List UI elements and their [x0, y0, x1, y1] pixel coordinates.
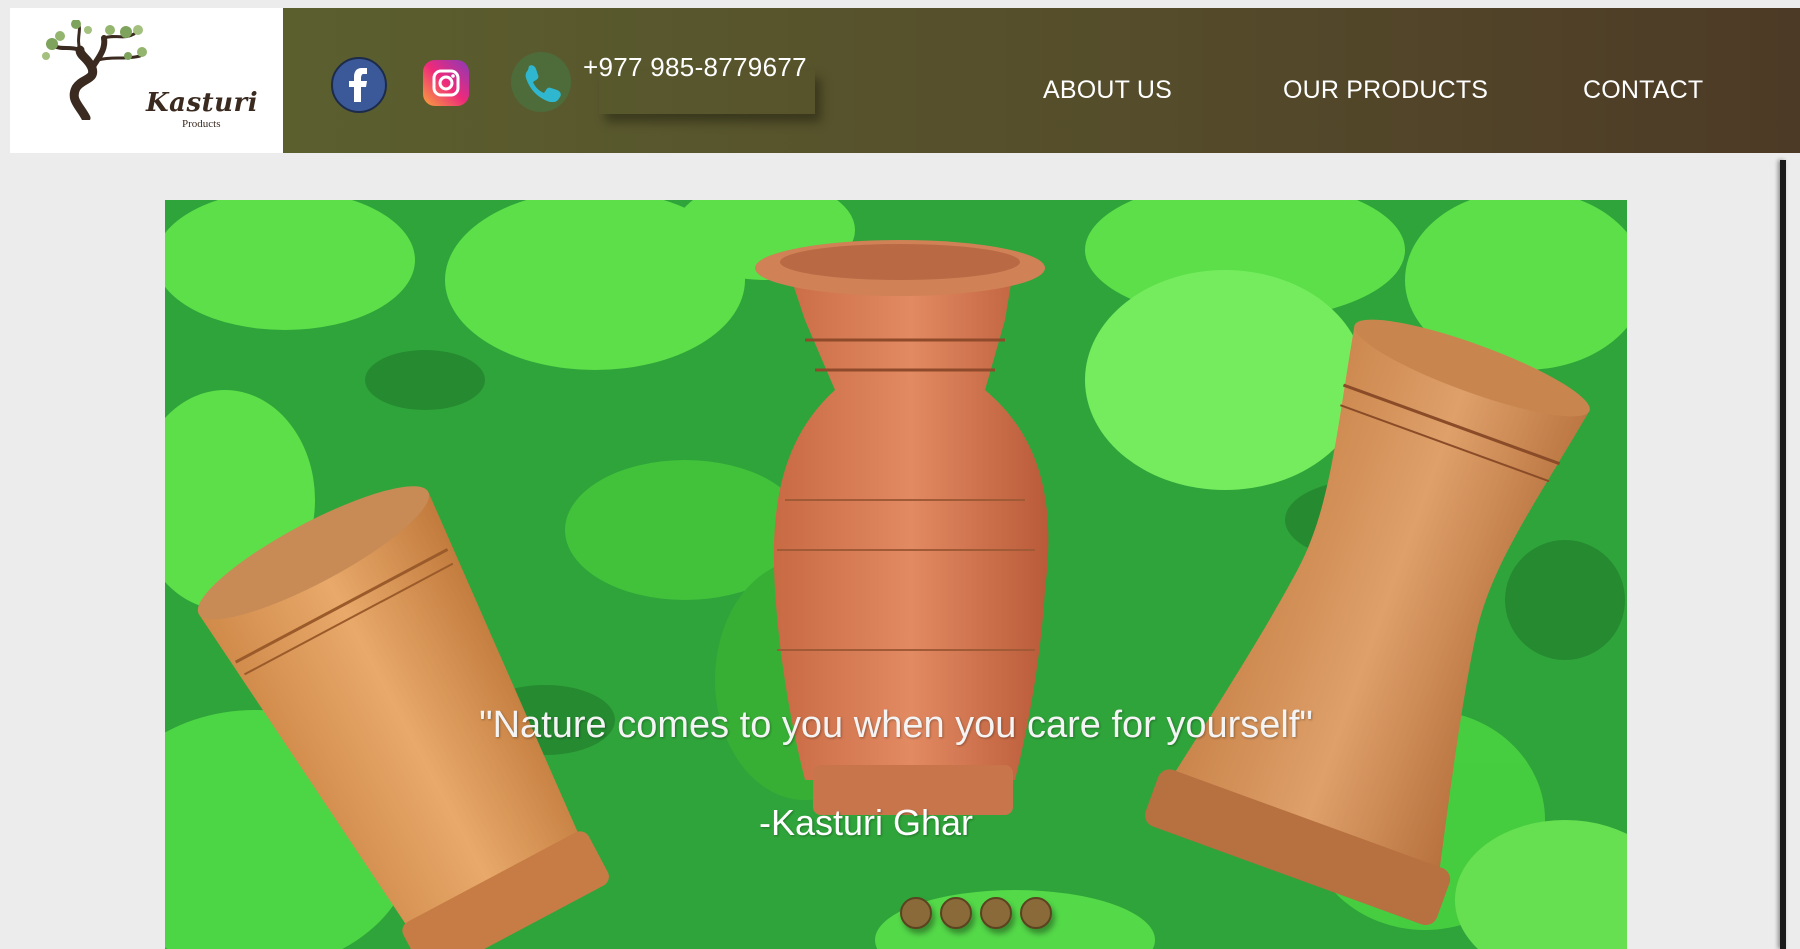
nav-contact[interactable]: CONTACT: [1583, 76, 1703, 105]
slider-dots: [900, 897, 1052, 929]
facebook-icon[interactable]: [331, 57, 387, 113]
phone-number[interactable]: +977 985-8779677: [583, 52, 807, 83]
site-header: Kasturi Products +977 985-8779677 ABOUT …: [0, 8, 1800, 153]
slider-dot-3[interactable]: [980, 897, 1012, 929]
brand-subtitle: Products: [182, 118, 221, 130]
slider-dot-4[interactable]: [1020, 897, 1052, 929]
tree-icon: [42, 20, 147, 120]
logo[interactable]: Kasturi Products: [10, 8, 283, 153]
instagram-icon[interactable]: [423, 60, 469, 106]
page: Kasturi Products +977 985-8779677 ABOUT …: [0, 0, 1800, 949]
hero-quote: "Nature comes to you when you care for y…: [479, 704, 1313, 746]
nav-our-products[interactable]: OUR PRODUCTS: [1283, 76, 1488, 105]
nav-about-us[interactable]: ABOUT US: [1043, 76, 1172, 105]
hero-slider: "Nature comes to you when you care for y…: [165, 200, 1627, 949]
slider-dot-1[interactable]: [900, 897, 932, 929]
scrollbar[interactable]: [1780, 160, 1786, 949]
nav-bar: +977 985-8779677 ABOUT US OUR PRODUCTS C…: [283, 8, 1800, 153]
brand-name: Kasturi: [146, 88, 259, 118]
phone-icon[interactable]: [511, 52, 571, 112]
hero-quote-author: -Kasturi Ghar: [758, 802, 974, 843]
slider-dot-2[interactable]: [940, 897, 972, 929]
